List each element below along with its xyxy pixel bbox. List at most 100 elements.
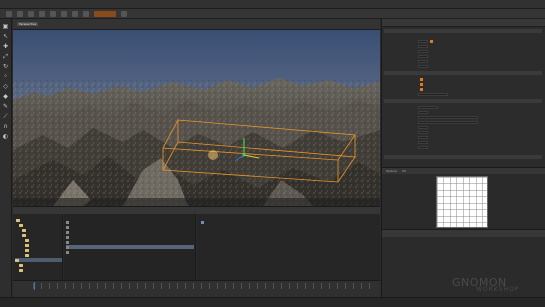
property-row (386, 49, 542, 53)
folder-icon (25, 238, 29, 242)
section-header (384, 71, 542, 75)
uv-tab[interactable]: UV (402, 169, 406, 173)
property-row (386, 145, 542, 149)
live-select-icon[interactable] (28, 10, 34, 17)
knife-icon[interactable]: ⟋ (2, 113, 9, 120)
magnet-icon[interactable]: ∩ (2, 123, 9, 130)
move-icon[interactable] (39, 10, 45, 17)
edges-mode-icon[interactable]: ◇ (2, 83, 9, 90)
browser-tabs (13, 207, 380, 214)
property-row (386, 59, 542, 63)
menu-bar (0, 0, 545, 9)
polygons-mode-icon[interactable]: ◆ (2, 93, 9, 100)
playhead[interactable] (34, 282, 35, 290)
file-list (64, 214, 196, 281)
tree-node[interactable] (25, 243, 29, 247)
scale-icon[interactable] (50, 10, 56, 17)
folder-icon (19, 263, 23, 267)
file-icon (66, 220, 69, 224)
file-icon (66, 235, 69, 239)
object-manager-tabs (382, 19, 545, 27)
section-header (384, 155, 542, 159)
folder-icon (22, 233, 26, 237)
file-row-selected[interactable] (66, 245, 194, 249)
undo-icon[interactable] (6, 10, 12, 17)
folder-icon (22, 228, 26, 232)
attributes-panel: GNOMON WORKSHOP (381, 229, 545, 297)
file-row[interactable] (66, 230, 194, 234)
3d-viewport[interactable] (13, 30, 380, 206)
file-row[interactable] (66, 250, 194, 254)
folder-icon (15, 258, 19, 262)
tree-node[interactable] (22, 233, 26, 237)
render-picture-icon[interactable] (83, 10, 89, 17)
property-row (386, 115, 542, 119)
points-mode-icon[interactable]: ⁘ (2, 73, 9, 80)
property-row (386, 135, 542, 139)
section-header (384, 99, 542, 103)
property-row (386, 87, 542, 91)
redo-icon[interactable] (17, 10, 23, 17)
folder-icon (19, 223, 23, 227)
folder-icon (25, 248, 29, 252)
tree-node[interactable] (19, 268, 23, 272)
file-row[interactable] (66, 240, 194, 244)
folder-icon (25, 243, 29, 247)
property-row (386, 125, 542, 129)
file-icon (66, 230, 69, 234)
property-row (386, 105, 542, 109)
object-manager-panel (381, 19, 545, 167)
layer-icon (201, 220, 204, 224)
make-editable-icon[interactable]: ▣ (2, 23, 9, 30)
layer-row[interactable] (201, 220, 204, 224)
tree-node[interactable] (25, 253, 29, 257)
tree-node[interactable] (16, 218, 20, 222)
file-icon (66, 245, 69, 249)
file-row[interactable] (66, 220, 194, 224)
property-row (386, 92, 542, 96)
tree-node[interactable] (19, 263, 23, 267)
uv-grid-preview (436, 176, 488, 228)
terrain-scene (13, 30, 380, 206)
rotate-icon[interactable] (61, 10, 67, 17)
watermark-logo: GNOMON WORKSHOP (452, 276, 520, 293)
texture-preview-panel: Texture UV (381, 167, 545, 229)
brush-icon[interactable]: ✎ (2, 103, 9, 110)
rotate-tool-icon[interactable]: ↻ (2, 63, 9, 70)
tree-node-selected[interactable] (15, 258, 62, 262)
folder-tree (13, 214, 63, 281)
property-row (386, 77, 542, 81)
cube-icon[interactable] (121, 10, 127, 17)
timeline-ruler[interactable] (33, 283, 373, 289)
file-icon (66, 240, 69, 244)
property-row (386, 140, 542, 144)
attribute-tabs (382, 230, 545, 237)
property-row (386, 120, 542, 124)
property-row (386, 44, 542, 48)
file-row[interactable] (66, 225, 194, 229)
status-bar (0, 297, 545, 307)
property-row (386, 130, 542, 134)
property-row (386, 64, 542, 68)
file-row[interactable] (66, 235, 194, 239)
property-row (386, 54, 542, 58)
viewport-tab[interactable]: Perspective (17, 22, 39, 26)
main-toolbar (0, 9, 545, 19)
tree-node[interactable] (25, 248, 29, 252)
layer-list (197, 214, 380, 281)
section-header (384, 29, 542, 33)
move-tool-icon[interactable]: ✚ (2, 43, 9, 50)
tree-node[interactable] (22, 228, 26, 232)
paint-icon[interactable]: ◐ (2, 133, 9, 140)
property-row (386, 82, 542, 86)
tree-node[interactable] (25, 238, 29, 242)
scale-tool-icon[interactable]: ⤢ (2, 53, 9, 60)
texture-tab[interactable]: Texture (386, 169, 397, 173)
cursor-icon[interactable]: ↖ (2, 33, 9, 40)
folder-icon (16, 218, 20, 222)
render-view-icon[interactable] (72, 10, 78, 17)
tree-node[interactable] (19, 223, 23, 227)
timeline[interactable] (13, 280, 380, 297)
layout-selector[interactable] (94, 10, 116, 17)
property-row (386, 39, 542, 43)
